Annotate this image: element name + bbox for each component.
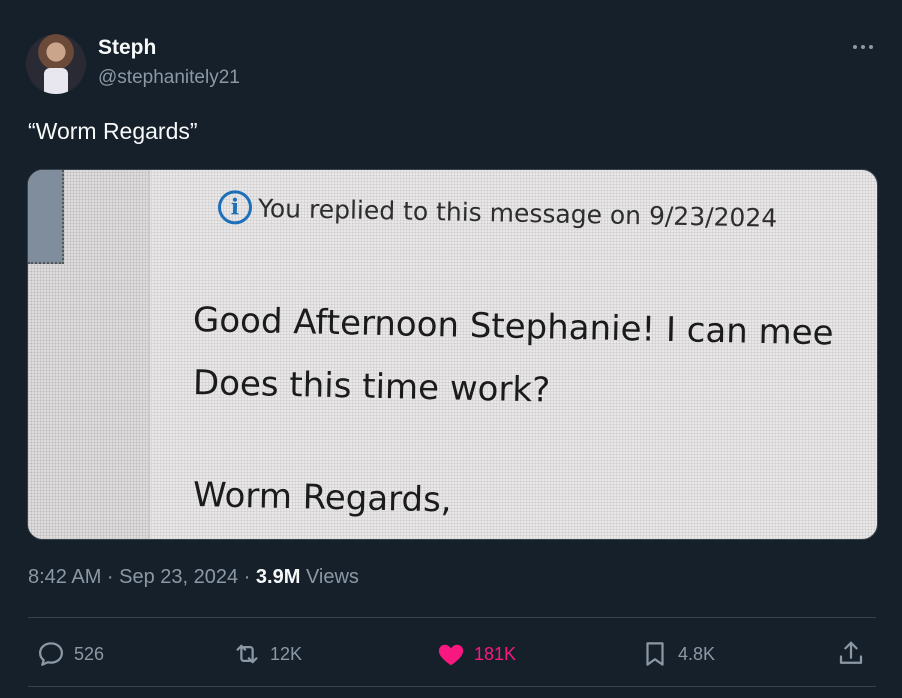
share-button[interactable] xyxy=(836,636,866,672)
reply-button[interactable]: 526 xyxy=(36,636,104,672)
avatar[interactable] xyxy=(26,34,86,94)
tweet: Steph @stephanitely21 “Worm Regards” i Y… xyxy=(0,0,902,698)
more-icon[interactable] xyxy=(848,36,878,58)
media-info-row: i You replied to this message on 9/23/20… xyxy=(217,190,778,235)
tweet-timestamp[interactable]: 8:42 AM · Sep 23, 2024 · xyxy=(28,566,256,588)
bookmark-count: 4.8K xyxy=(678,643,716,664)
heart-icon xyxy=(438,644,464,666)
views-label: Views xyxy=(300,566,359,588)
like-button[interactable]: 181K xyxy=(436,636,516,672)
reply-icon xyxy=(39,642,63,666)
media-line-3: Worm Regards, xyxy=(192,475,453,521)
author-display-name[interactable]: Steph xyxy=(98,36,156,60)
info-icon: i xyxy=(217,190,253,225)
repost-button[interactable]: 12K xyxy=(232,636,302,672)
reply-count: 526 xyxy=(74,643,105,664)
divider xyxy=(28,617,876,618)
divider xyxy=(28,686,876,687)
tweet-meta: 8:42 AM · Sep 23, 2024 · 3.9M Views xyxy=(28,566,359,589)
media-line-1: Good Afternoon Stephanie! I can mee xyxy=(192,300,835,354)
tweet-text: “Worm Regards” xyxy=(28,118,198,144)
retweet-icon xyxy=(236,644,258,664)
media-info-text: You replied to this message on 9/23/2024 xyxy=(257,193,778,233)
like-count: 181K xyxy=(474,643,517,664)
repost-count: 12K xyxy=(270,643,303,664)
tweet-media-image[interactable]: i You replied to this message on 9/23/20… xyxy=(27,169,878,540)
bookmark-icon xyxy=(646,642,664,666)
media-left-box xyxy=(28,170,64,264)
share-icon xyxy=(839,641,863,664)
bookmark-button[interactable]: 4.8K xyxy=(640,636,715,672)
action-bar: 526 12K 181K 4.8K xyxy=(0,636,902,672)
media-line-2: Does this time work? xyxy=(192,363,551,411)
views-count: 3.9M xyxy=(255,566,301,588)
author-handle[interactable]: @stephanitely21 xyxy=(98,67,240,89)
